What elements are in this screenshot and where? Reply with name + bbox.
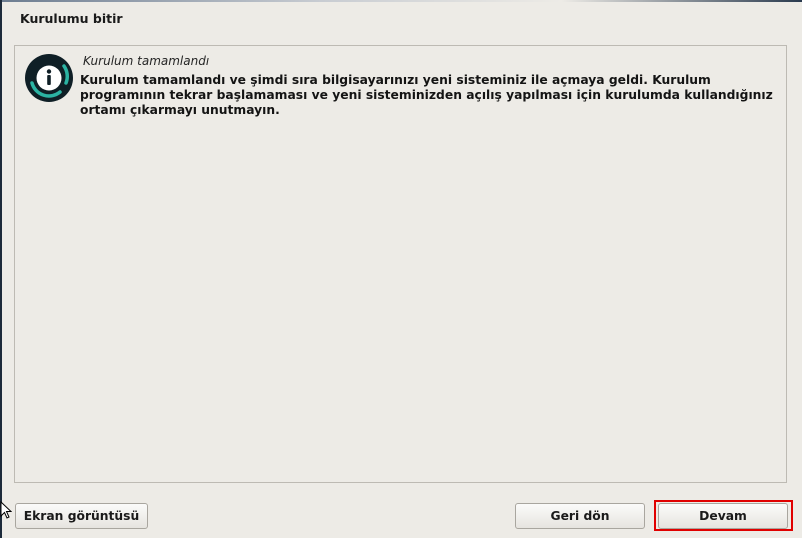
installer-window: Kurulumu bitir Kurulum tamamlandı Kurulu…	[0, 0, 802, 538]
screenshot-button[interactable]: Ekran görüntüsü	[15, 503, 148, 529]
back-button[interactable]: Geri dön	[515, 503, 645, 529]
message-body-line: ortamı çıkarmayı unutmayın.	[80, 103, 280, 117]
continue-button[interactable]: Devam	[658, 503, 788, 529]
window-left-edge	[0, 0, 2, 538]
message-body-line: programının tekrar başlamaması ve yeni s…	[80, 88, 773, 102]
message-body: Kurulum tamamlandı ve şimdi sıra bilgisa…	[80, 73, 780, 118]
message-title: Kurulum tamamlandı	[83, 54, 210, 68]
message-body-line: Kurulum tamamlandı ve şimdi sıra bilgisa…	[80, 73, 711, 87]
window-title: Kurulumu bitir	[20, 11, 123, 26]
content-panel: Kurulum tamamlandı Kurulum tamamlandı ve…	[14, 45, 787, 483]
window-top-edge	[0, 0, 802, 2]
info-icon	[24, 53, 74, 103]
mouse-cursor-icon	[0, 500, 13, 521]
